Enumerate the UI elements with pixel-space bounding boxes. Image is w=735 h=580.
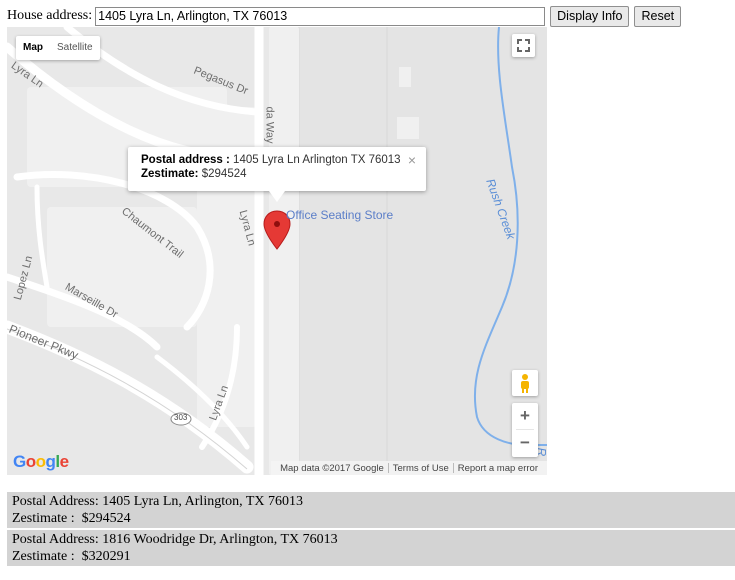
- poi-label[interactable]: Office Seating Store: [286, 208, 393, 222]
- address-label: House address:: [7, 8, 93, 23]
- terms-of-use-link[interactable]: Terms of Use: [389, 463, 453, 474]
- zoom-out-button[interactable]: −: [512, 430, 538, 456]
- map-data-credit: Map data ©2017 Google: [280, 462, 384, 474]
- zoom-in-button[interactable]: +: [512, 403, 538, 429]
- fullscreen-button[interactable]: [512, 34, 535, 57]
- fullscreen-icon: [517, 39, 530, 52]
- reset-button[interactable]: Reset: [634, 5, 682, 27]
- info-zestimate-label: Zestimate:: [141, 168, 199, 180]
- zoom-control: + −: [512, 403, 538, 457]
- route-303-label: 303: [174, 413, 188, 422]
- map-canvas: [7, 27, 547, 475]
- info-window: Postal address : 1405 Lyra Ln Arlington …: [128, 147, 426, 191]
- info-zestimate-value: $294524: [201, 168, 247, 180]
- result-item: Postal Address: 1816 Woodridge Dr, Arlin…: [7, 530, 735, 566]
- info-postal-label: Postal address :: [141, 154, 230, 166]
- address-input[interactable]: [95, 6, 546, 26]
- info-postal-row: Postal address : 1405 Lyra Ln Arlington …: [141, 153, 426, 167]
- result-item: Postal Address: 1405 Lyra Ln, Arlington,…: [7, 492, 735, 528]
- pegman-icon: [521, 374, 529, 393]
- result-address: Postal Address: 1405 Lyra Ln, Arlington,…: [12, 494, 304, 509]
- google-map[interactable]: Pegasus Dr Lyra Ln Chaumont Trail Marsei…: [7, 27, 547, 475]
- street-view-button[interactable]: [512, 370, 538, 396]
- address-form: House address: Display Info Reset: [7, 5, 682, 27]
- close-icon[interactable]: ×: [408, 152, 416, 168]
- street-label-way: da Way: [263, 106, 276, 144]
- report-map-error-link[interactable]: Report a map error: [454, 463, 542, 474]
- info-zestimate-row: Zestimate: $294524: [141, 167, 426, 181]
- result-zestimate: Zestimate : $294524: [12, 511, 131, 526]
- map-type-control: Map Satellite: [16, 36, 100, 60]
- map-type-map[interactable]: Map: [16, 36, 50, 60]
- map-type-satellite[interactable]: Satellite: [50, 36, 100, 60]
- result-address: Postal Address: 1816 Woodridge Dr, Arlin…: [12, 532, 338, 547]
- map-attribution: Map data ©2017 Google Terms of Use Repor…: [271, 461, 547, 475]
- result-zestimate: Zestimate : $320291: [12, 549, 131, 564]
- google-logo: Google: [13, 452, 69, 471]
- results-list: Postal Address: 1405 Lyra Ln, Arlington,…: [7, 492, 735, 568]
- display-info-button[interactable]: Display Info: [550, 5, 630, 27]
- info-postal-value: 1405 Lyra Ln Arlington TX 76013: [233, 154, 401, 166]
- info-window-tail: [269, 191, 285, 202]
